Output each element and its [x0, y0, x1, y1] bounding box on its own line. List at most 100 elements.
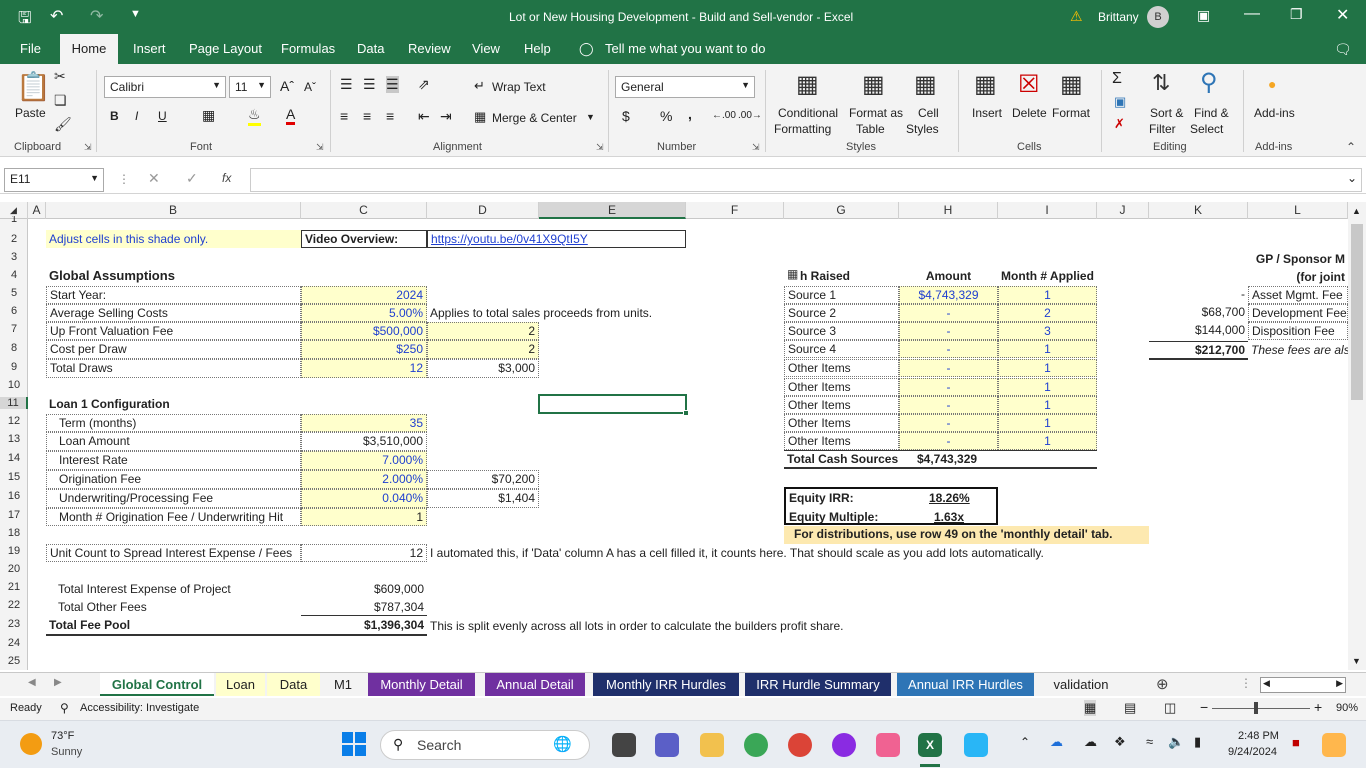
- source-month[interactable]: 1: [998, 378, 1097, 396]
- insert-cells-button[interactable]: Insert: [972, 106, 1002, 120]
- clock-time[interactable]: 2:48 PM: [1238, 730, 1279, 742]
- tab-view[interactable]: View: [472, 41, 500, 56]
- tab-file[interactable]: File: [20, 41, 41, 56]
- row-header[interactable]: 6: [0, 305, 28, 317]
- fee-label[interactable]: Development Fee: [1248, 304, 1348, 322]
- fee-amount[interactable]: -: [1149, 286, 1248, 304]
- snipping-tool-icon[interactable]: [876, 733, 900, 757]
- source-label[interactable]: Other Items: [784, 432, 899, 450]
- cloud-icon[interactable]: ☁: [1084, 734, 1097, 750]
- fee-amount[interactable]: $68,700: [1149, 304, 1248, 322]
- excel-taskbar-icon[interactable]: X: [918, 733, 942, 757]
- column-header-f[interactable]: F: [686, 202, 784, 219]
- insert-cells-icon[interactable]: ▦: [974, 70, 997, 99]
- chrome-icon[interactable]: [744, 733, 768, 757]
- enter-icon[interactable]: ✓: [186, 170, 198, 187]
- add-sheet-icon[interactable]: ⊕: [1156, 675, 1169, 693]
- chrome-profile-icon[interactable]: [788, 733, 812, 757]
- fee-label[interactable]: Disposition Fee: [1248, 322, 1348, 340]
- scroll-thumb[interactable]: [1351, 224, 1363, 400]
- cell-fee-pool-note[interactable]: This is split evenly across all lots in …: [427, 618, 847, 634]
- fill-color-icon[interactable]: ♨: [248, 106, 261, 126]
- cell-total-interest-label[interactable]: Total Interest Expense of Project: [46, 581, 301, 597]
- orientation-icon[interactable]: ⇗: [418, 76, 430, 93]
- percent-button[interactable]: %: [660, 108, 672, 124]
- avatar[interactable]: B: [1147, 6, 1169, 28]
- photos-icon[interactable]: [964, 733, 988, 757]
- quick-analysis-icon[interactable]: ▦: [787, 267, 798, 281]
- sort-filter-button[interactable]: Sort &: [1150, 106, 1183, 120]
- source-month[interactable]: 2: [998, 304, 1097, 322]
- format-table-label2[interactable]: Table: [856, 122, 885, 136]
- accessibility-status[interactable]: Accessibility: Investigate: [80, 702, 199, 714]
- cell-start-year-label[interactable]: Start Year:: [46, 286, 301, 304]
- row-header[interactable]: 21: [0, 581, 28, 593]
- sheet-tab-annual-irr-hurdles[interactable]: Annual IRR Hurdles: [897, 673, 1034, 696]
- undo-icon[interactable]: ↶: [50, 6, 63, 26]
- source-label[interactable]: Source 4: [784, 340, 899, 358]
- chevron-down-icon[interactable]: ▼: [586, 112, 595, 122]
- cell-total-fee-pool-value[interactable]: $1,396,304: [301, 617, 427, 636]
- prev-sheet-icon[interactable]: ◀: [28, 677, 36, 688]
- merge-center-button[interactable]: Merge & Center: [492, 111, 577, 125]
- tab-page-layout[interactable]: Page Layout: [189, 41, 262, 56]
- cell-selling-costs-label[interactable]: Average Selling Costs: [46, 304, 301, 322]
- cell-total-other-value[interactable]: $787,304: [301, 599, 427, 616]
- source-month[interactable]: 1: [998, 414, 1097, 432]
- sheet-tab-monthly-irr-hurdles[interactable]: Monthly IRR Hurdles: [593, 673, 739, 696]
- cell-fees-note[interactable]: These fees are als: [1248, 342, 1348, 358]
- minimize-icon[interactable]: —: [1244, 5, 1260, 23]
- paste-button[interactable]: Paste: [15, 106, 46, 120]
- cell-equity-multiple-value[interactable]: 1.63x: [931, 509, 967, 525]
- source-label[interactable]: Other Items: [784, 414, 899, 432]
- zoom-in-icon[interactable]: +: [1314, 699, 1322, 715]
- find-select-icon[interactable]: ⚲: [1200, 68, 1218, 97]
- delete-cells-button[interactable]: Delete: [1012, 106, 1047, 120]
- source-amount[interactable]: -: [899, 378, 998, 396]
- scroll-left-icon[interactable]: ◀: [1263, 678, 1270, 689]
- number-launcher-icon[interactable]: ⇲: [752, 142, 760, 153]
- cell-interest-rate-value[interactable]: 7.000%: [301, 451, 427, 470]
- column-header-i[interactable]: I: [998, 202, 1097, 219]
- increase-font-icon[interactable]: Aˆ: [280, 78, 294, 94]
- row-header[interactable]: 5: [0, 287, 28, 299]
- fill-handle[interactable]: [683, 410, 689, 416]
- cell-cash-header[interactable]: h Raised: [784, 268, 899, 284]
- customize-qat-icon[interactable]: ▼: [130, 8, 141, 20]
- decrease-decimal-icon[interactable]: .00→: [738, 110, 762, 121]
- clipboard-launcher-icon[interactable]: ⇲: [84, 142, 92, 153]
- cell-total-interest-value[interactable]: $609,000: [301, 581, 427, 597]
- spreadsheet-grid[interactable]: Adjust cells in this shade only. Video O…: [28, 219, 1348, 670]
- sheet-tab-loan[interactable]: Loan: [216, 673, 265, 696]
- underline-button[interactable]: U: [158, 109, 167, 123]
- tab-review[interactable]: Review: [408, 41, 451, 56]
- page-layout-view-icon[interactable]: ▤: [1124, 700, 1136, 716]
- increase-indent-icon[interactable]: ⇥: [440, 108, 452, 125]
- sheet-tab-annual-detail[interactable]: Annual Detail: [485, 673, 585, 696]
- copy-icon[interactable]: ❏: [54, 92, 67, 109]
- video-link[interactable]: https://youtu.be/0v41X9QtI5Y: [427, 230, 686, 248]
- source-amount[interactable]: -: [899, 340, 998, 358]
- cell-gp-subheader[interactable]: (for joint: [1247, 269, 1348, 285]
- source-amount[interactable]: -: [899, 396, 998, 414]
- source-label[interactable]: Source 3: [784, 322, 899, 340]
- middle-align-icon[interactable]: ☰: [363, 76, 376, 93]
- format-cells-button[interactable]: Format: [1052, 106, 1090, 120]
- top-align-icon[interactable]: ☰: [340, 76, 353, 93]
- user-name[interactable]: Brittany: [1098, 10, 1139, 24]
- cell-start-year-value[interactable]: 2024: [301, 286, 427, 304]
- row-header[interactable]: 18: [0, 527, 28, 539]
- cell-draw-cost-label[interactable]: Cost per Draw: [46, 340, 301, 359]
- alignment-launcher-icon[interactable]: ⇲: [596, 142, 604, 153]
- row-header[interactable]: 1: [0, 216, 28, 223]
- clock-date[interactable]: 9/24/2024: [1228, 746, 1277, 758]
- cell-unit-note[interactable]: I automated this, if 'Data' column A has…: [427, 545, 1047, 561]
- row-header[interactable]: 15: [0, 471, 28, 483]
- sheet-tab-validation[interactable]: validation: [1042, 673, 1120, 696]
- cell-term-label[interactable]: Term (months): [46, 414, 301, 432]
- row-header[interactable]: 14: [0, 452, 28, 464]
- row-header[interactable]: 7: [0, 323, 28, 335]
- row-header[interactable]: 11: [0, 397, 28, 409]
- decrease-font-icon[interactable]: Aˇ: [304, 80, 316, 94]
- page-break-view-icon[interactable]: ◫: [1164, 700, 1176, 716]
